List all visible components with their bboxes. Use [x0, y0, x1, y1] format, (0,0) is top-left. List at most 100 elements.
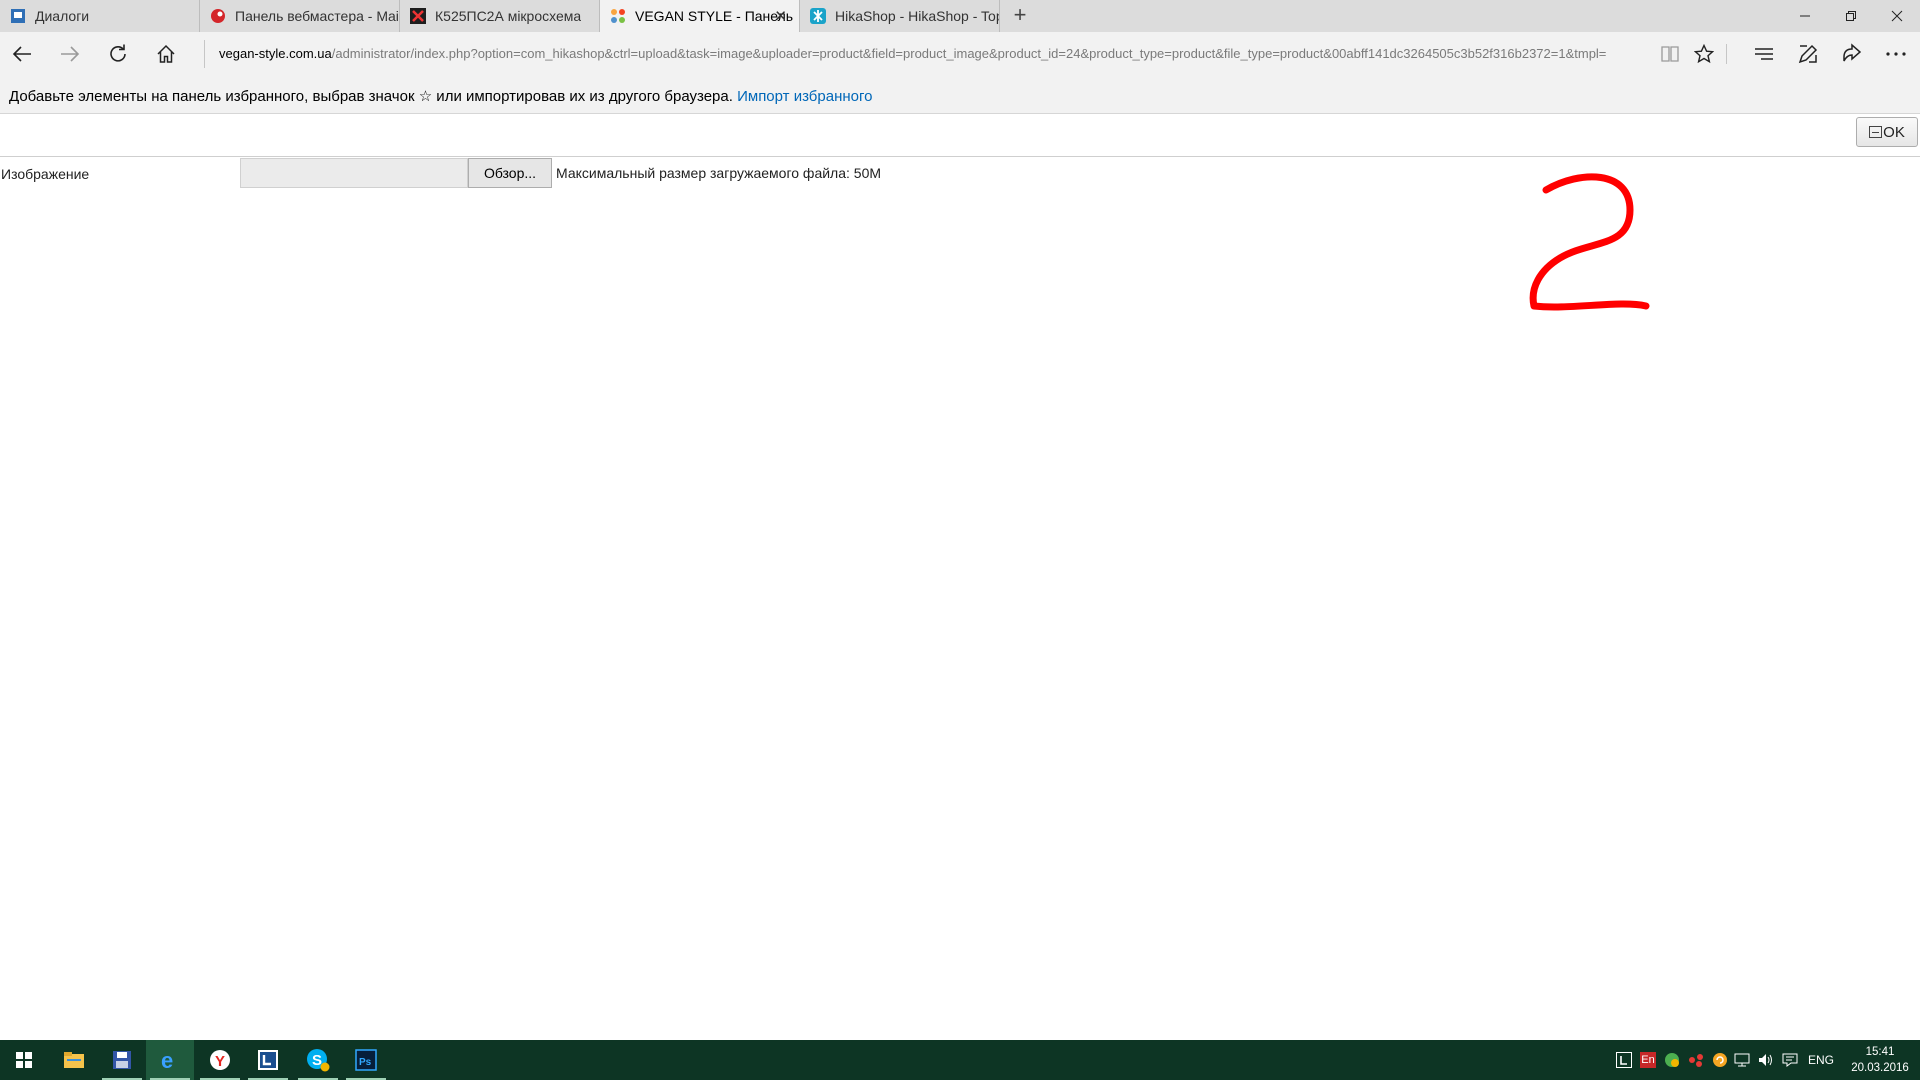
handwritten-number-annotation [1529, 173, 1650, 311]
yandex-browser-icon: Y [210, 1050, 230, 1070]
hub-icon [1755, 48, 1773, 60]
svg-text:e: e [161, 1049, 173, 1071]
back-button[interactable] [6, 40, 38, 68]
more-icon [1886, 52, 1906, 56]
restore-button[interactable] [1828, 0, 1874, 32]
clock[interactable]: 15:41 20.03.2016 [1840, 1044, 1920, 1076]
taskbar: e Y S Ps En ENG 15:41 20.03.2016 [0, 1040, 1920, 1080]
favorites-bar: Добавьте элементы на панель избранного, … [0, 76, 1920, 114]
ok-button[interactable]: OK [1856, 117, 1918, 147]
lingvo-tray-glyph [1616, 1052, 1632, 1068]
photoshop-icon: Ps [355, 1049, 377, 1071]
clock-date: 20.03.2016 [1851, 1062, 1909, 1074]
close-icon[interactable]: ✕ [774, 7, 787, 25]
new-tab-button[interactable]: + [1006, 4, 1034, 28]
svg-text:Y: Y [215, 1053, 225, 1070]
reading-view-button[interactable] [1654, 40, 1686, 68]
taskbar-yandex-browser[interactable]: Y [196, 1040, 244, 1080]
tab-hikashop[interactable]: HikaShop - HikaShop - Topi [800, 0, 1000, 32]
more-button[interactable] [1880, 40, 1912, 68]
image-field-label: Изображение [1, 166, 90, 182]
clock-time: 15:41 [1865, 1046, 1895, 1058]
taskbar-photoshop[interactable]: Ps [342, 1040, 390, 1080]
add-favorite-button[interactable] [1688, 40, 1720, 68]
forward-arrow-icon [61, 46, 80, 62]
action-center-icon [1782, 1053, 1798, 1067]
file-explorer-icon [64, 1052, 84, 1068]
web-note-button[interactable] [1792, 40, 1824, 68]
toolbar-divider [1726, 44, 1727, 64]
tab-title: Диалоги [35, 8, 90, 24]
tab-title: VEGAN STYLE - Панель [635, 8, 794, 24]
tab-strip: Диалоги Панель вебмастера - Main К525ПС2… [0, 0, 1920, 32]
max-size-note: Максимальный размер загружаемого файла: … [556, 165, 882, 181]
microchip-site-icon [410, 8, 426, 24]
minimize-button[interactable] [1782, 0, 1828, 32]
speaker-icon [1759, 1054, 1772, 1066]
lingvo-tray-icon[interactable] [1616, 1052, 1632, 1068]
browse-button[interactable]: Обзор... [468, 158, 552, 188]
lingvo-icon [258, 1050, 278, 1070]
upload-toolbar: OK [0, 114, 1920, 157]
taskbar-save-app[interactable] [98, 1040, 146, 1080]
taskbar-lingvo[interactable] [244, 1040, 292, 1080]
app-tray-icon[interactable] [1688, 1052, 1704, 1068]
joomla-icon [610, 8, 626, 24]
refresh-button[interactable] [102, 40, 134, 68]
taskbar-edge[interactable]: e [146, 1040, 194, 1080]
address-host: vegan-style.com.ua [219, 46, 332, 61]
sync-tray-icon[interactable] [1712, 1052, 1728, 1068]
taskbar-file-explorer[interactable] [50, 1040, 98, 1080]
import-favorites-link[interactable]: Импорт избранного [737, 88, 872, 105]
tab-vegan-style[interactable]: VEGAN STYLE - Панель ✕ [600, 0, 800, 32]
forward-button[interactable] [54, 40, 86, 68]
address-path: /administrator/index.php?option=com_hika… [331, 46, 1607, 61]
close-icon [1891, 10, 1903, 22]
skype-icon: S [307, 1049, 330, 1072]
address-url[interactable]: vegan-style.com.ua/administrator/index.p… [219, 46, 1649, 61]
address-bar[interactable]: vegan-style.com.ua/administrator/index.p… [204, 40, 1644, 68]
tab-dialogs[interactable]: Диалоги [0, 0, 200, 32]
network-icon [1734, 1053, 1750, 1067]
security-tray-icon[interactable] [1664, 1052, 1680, 1068]
star-icon [1694, 44, 1714, 64]
home-icon [157, 44, 175, 63]
tab-title: К525ПС2А мікросхема [435, 8, 582, 24]
reading-view-icon [1661, 46, 1679, 62]
save-icon [1869, 126, 1883, 138]
edge-icon: e [161, 1049, 173, 1071]
shield-icon [1665, 1053, 1679, 1067]
dialogs-icon [10, 8, 26, 24]
file-path-field[interactable] [240, 158, 468, 188]
svg-text:S: S [312, 1052, 322, 1069]
tab-webmaster[interactable]: Панель вебмастера - Main [200, 0, 400, 32]
volume-tray-icon[interactable] [1758, 1052, 1774, 1068]
tab-title: Панель вебмастера - Main [235, 8, 399, 24]
restore-icon [1846, 11, 1856, 21]
start-button[interactable] [0, 1040, 48, 1080]
keyboard-layout-icon[interactable]: En [1640, 1052, 1656, 1068]
save-disk-icon [113, 1051, 131, 1069]
refresh-icon [110, 44, 126, 62]
home-button[interactable] [150, 40, 182, 68]
hub-button[interactable] [1748, 40, 1780, 68]
notifications-tray-icon[interactable] [1782, 1052, 1798, 1068]
favorites-hint: Добавьте элементы на панель избранного, … [9, 87, 872, 105]
favorites-hint-text: Добавьте элементы на панель избранного, … [9, 88, 738, 105]
taskbar-skype[interactable]: S [294, 1040, 342, 1080]
tab-microchip[interactable]: К525ПС2А мікросхема [400, 0, 600, 32]
input-language[interactable]: ENG [1808, 1053, 1834, 1067]
share-button[interactable] [1836, 40, 1868, 68]
windows-start-icon [16, 1052, 32, 1068]
tab-title: HikaShop - HikaShop - Topi [835, 8, 999, 24]
web-note-icon [1798, 44, 1818, 64]
ok-label: OK [1883, 123, 1905, 141]
sync-icon [1713, 1053, 1727, 1067]
close-window-button[interactable] [1874, 0, 1920, 32]
svg-text:Ps: Ps [359, 1057, 372, 1068]
network-tray-icon[interactable] [1734, 1052, 1750, 1068]
dots-cluster-icon [1689, 1054, 1703, 1067]
back-arrow-icon [12, 46, 31, 62]
navigation-bar: vegan-style.com.ua/administrator/index.p… [0, 32, 1920, 76]
share-icon [1843, 43, 1862, 62]
